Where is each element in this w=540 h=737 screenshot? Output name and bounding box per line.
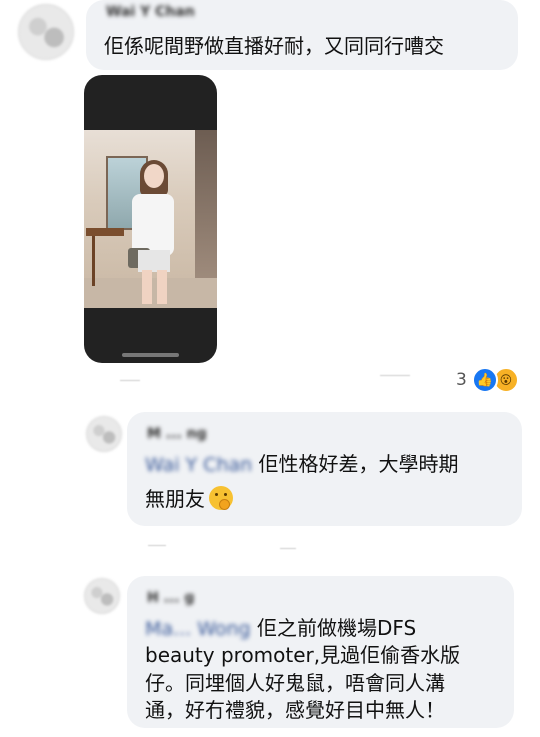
photo-scene	[84, 130, 217, 308]
comment1-text: 佢係呢間野做直播好耐，又同同行嘈交	[104, 34, 444, 58]
comment2-avatar[interactable]	[86, 416, 122, 452]
comment1-author[interactable]: Wai Y Chan	[106, 4, 195, 20]
reaction-count: 3	[456, 370, 467, 390]
comment2-line1: Wai Y Chan 佢性格好差，大學時期	[145, 452, 459, 476]
comment3-author[interactable]: H ... g	[147, 590, 194, 606]
home-indicator	[122, 353, 179, 357]
attached-photo[interactable]	[84, 75, 217, 363]
comment3-mention[interactable]: Ma... Wong	[145, 618, 251, 640]
comment1-bubble: Wai Y Chan 佢係呢間野做直播好耐，又同同行嘈交	[86, 0, 518, 70]
comment2-line2: 無朋友	[145, 483, 233, 516]
like-icon: 👍	[471, 367, 498, 393]
reaction-summary[interactable]: 3 👍 😮	[456, 367, 519, 393]
comment1-avatar[interactable]	[18, 4, 74, 60]
hand-over-mouth-emoji-icon	[209, 486, 233, 510]
comment3-bubble: H ... g Ma... Wong 佢之前做機場DFS beauty prom…	[127, 576, 514, 728]
comment2-mention[interactable]: Wai Y Chan	[145, 454, 252, 476]
comment3-avatar[interactable]	[84, 578, 120, 614]
comment2-bubble: M ... ng Wai Y Chan 佢性格好差，大學時期 無朋友	[127, 412, 522, 526]
comment2-author[interactable]: M ... ng	[147, 426, 207, 442]
comment3-line4: 通，好冇禮貌，感覺好目中無人！	[145, 698, 445, 722]
